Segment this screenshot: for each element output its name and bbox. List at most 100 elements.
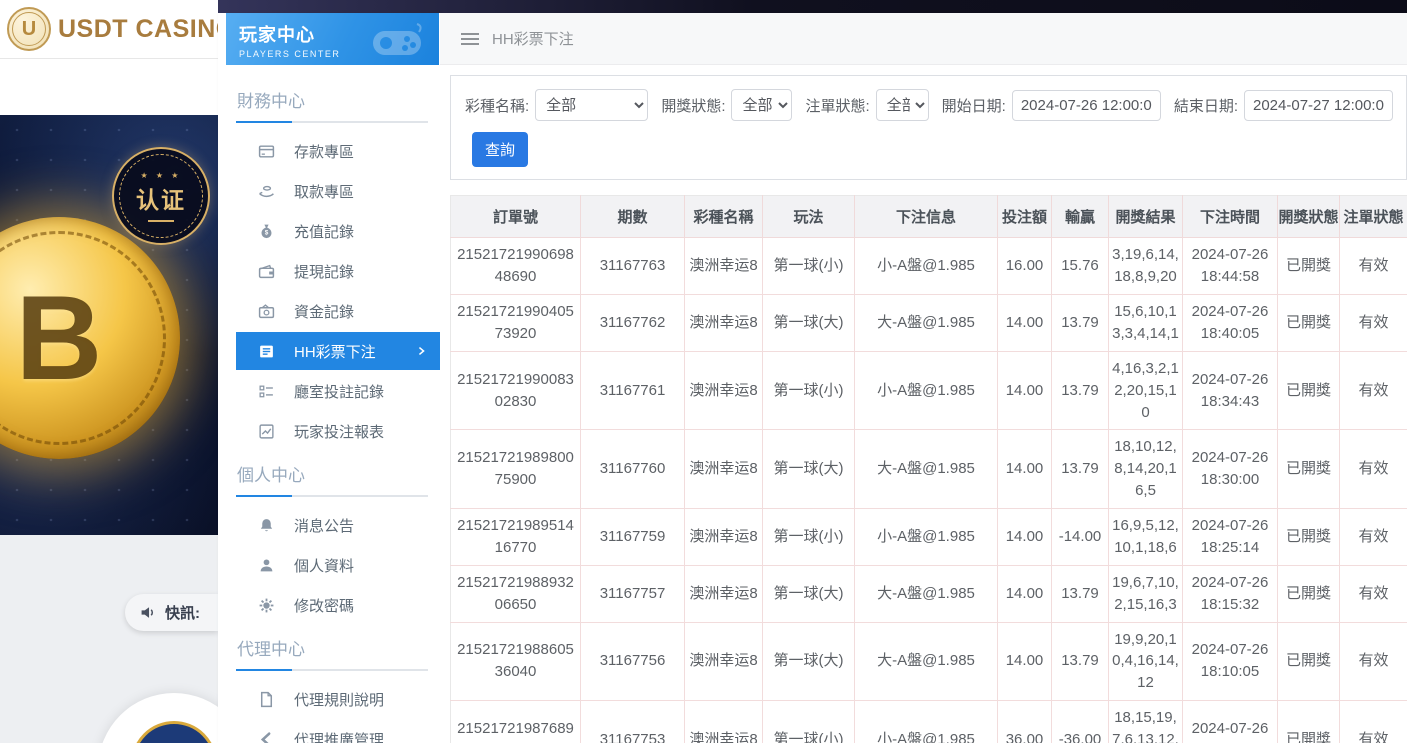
column-header: 輸贏	[1052, 196, 1109, 238]
table-cell: 2024-07-26 18:30:00	[1183, 430, 1278, 508]
filter-row: 彩種名稱: 全部 開獎狀態: 全部 注單狀態: 全部 開始日期: 結束日期:	[465, 89, 1406, 121]
sidebar-item-withdraw[interactable]: 取款專區	[236, 171, 440, 211]
table-header-row: 訂單號期數彩種名稱玩法下注信息投注額輸贏開獎結果下注時間開獎狀態注單狀態	[451, 196, 1407, 238]
sidebar-item-label: 代理規則說明	[294, 689, 384, 710]
sidebar-item-label: 廳室投註記錄	[294, 381, 384, 402]
sidebar-item-label: HH彩票下注	[294, 341, 376, 362]
bitcoin-symbol: B	[16, 269, 103, 407]
table-row: 215217219886053604031167756澳洲幸运8第一球(大)大-…	[451, 622, 1407, 700]
brand-title: USDT CASINO	[58, 15, 236, 44]
badge-stars: ★ ★ ★	[141, 171, 182, 180]
table-cell: 大-A盤@1.985	[855, 295, 998, 352]
order-status-select[interactable]: 全部	[876, 89, 929, 121]
lottery-name-select[interactable]: 全部	[535, 89, 648, 121]
search-button[interactable]: 查詢	[472, 132, 528, 167]
report-chart-icon	[257, 422, 275, 440]
sidebar-header: 玩家中心 PLAYERS CENTER	[226, 13, 439, 65]
table-cell: 31167756	[581, 622, 685, 700]
table-cell: 16.00	[998, 238, 1052, 295]
table-cell: -14.00	[1052, 508, 1109, 565]
end-date-input[interactable]	[1244, 90, 1393, 121]
table-cell: 2024-07-26 18:34:43	[1183, 352, 1278, 430]
end-date-label: 結束日期:	[1174, 95, 1238, 116]
column-header: 玩法	[763, 196, 855, 238]
start-date-input[interactable]	[1012, 90, 1161, 121]
sidebar-item-recharge-records[interactable]: $ 充值記錄	[236, 211, 440, 251]
page: U USDT CASINO B ★ ★ ★ 认证 快訊:	[0, 0, 1407, 743]
sidebar-item-label: 充值記錄	[294, 221, 354, 242]
lottery-name-label: 彩種名稱:	[465, 95, 529, 116]
table-cell: -36.00	[1052, 700, 1109, 743]
table-cell: 2152172198860536040	[451, 622, 581, 700]
table-cell: 已開獎	[1278, 508, 1340, 565]
table-cell: 13.79	[1052, 295, 1109, 352]
table-cell: 31167762	[581, 295, 685, 352]
page-title: HH彩票下注	[492, 28, 574, 49]
withdraw-hand-icon	[257, 182, 275, 200]
sidebar-item-announcements[interactable]: 消息公告	[236, 505, 440, 545]
table-cell: 澳洲幸运8	[685, 352, 763, 430]
table-cell: 有效	[1340, 238, 1407, 295]
table-body: 215217219906984869031167763澳洲幸运8第一球(小)小-…	[451, 238, 1407, 743]
table-cell: 14.00	[998, 295, 1052, 352]
sidebar-item-label: 資金記錄	[294, 301, 354, 322]
table-cell: 澳洲幸运8	[685, 430, 763, 508]
sidebar-item-room-bet-records[interactable]: 廳室投註記錄	[236, 371, 440, 411]
table-cell: 2024-07-26 18:40:05	[1183, 295, 1278, 352]
table-cell: 2024-07-26 18:10:05	[1183, 622, 1278, 700]
hamburger-menu-icon[interactable]	[461, 33, 479, 45]
table-cell: 有效	[1340, 295, 1407, 352]
table-cell: 15,6,10,13,3,4,14,1	[1109, 295, 1183, 352]
column-header: 開獎狀態	[1278, 196, 1340, 238]
table-row: 215217219906984869031167763澳洲幸运8第一球(小)小-…	[451, 238, 1407, 295]
badge-text: 认证	[136, 181, 186, 215]
sidebar-item-agent-rules[interactable]: 代理規則說明	[236, 679, 440, 719]
wallet-icon	[257, 262, 275, 280]
sidebar: 玩家中心 PLAYERS CENTER 財務中心 存款專區	[218, 13, 440, 743]
table-cell: 有效	[1340, 352, 1407, 430]
table-cell: 澳洲幸运8	[685, 565, 763, 622]
sidebar-item-agent-promotion[interactable]: 代理推廣管理	[236, 719, 440, 743]
table-cell: 15.76	[1052, 238, 1109, 295]
table-cell: 已開獎	[1278, 238, 1340, 295]
sidebar-item-change-password[interactable]: 修改密碼	[236, 585, 440, 625]
moneybag-icon: $	[257, 222, 275, 240]
table-cell: 31167759	[581, 508, 685, 565]
draw-status-select[interactable]: 全部	[731, 89, 792, 121]
sidebar-item-funds-records[interactable]: 資金記錄	[236, 291, 440, 331]
sidebar-item-player-bet-report[interactable]: 玩家投注報表	[236, 411, 440, 451]
chevron-right-icon	[416, 346, 427, 357]
table-cell: 2024-07-26 18:15:32	[1183, 565, 1278, 622]
news-ticker-pill: 快訊:	[125, 594, 218, 631]
start-date-label: 開始日期:	[942, 95, 1006, 116]
table-cell: 第一球(小)	[763, 352, 855, 430]
column-header: 投注額	[998, 196, 1052, 238]
top-dark-strip	[218, 0, 1407, 13]
table-cell: 澳洲幸运8	[685, 622, 763, 700]
sidebar-item-label: 提現記錄	[294, 261, 354, 282]
sidebar-item-withdraw-records[interactable]: 提現記錄	[236, 251, 440, 291]
table-cell: 已開獎	[1278, 430, 1340, 508]
table-cell: 31167763	[581, 238, 685, 295]
table-cell: 36.00	[998, 700, 1052, 743]
table-cell: 小-A盤@1.985	[855, 238, 998, 295]
filter-panel: 彩種名稱: 全部 開獎狀態: 全部 注單狀態: 全部 開始日期: 結束日期:	[450, 75, 1407, 180]
column-header: 期數	[581, 196, 685, 238]
table-row: 215217219889320665031167757澳洲幸运8第一球(大)大-…	[451, 565, 1407, 622]
table-cell: 已開獎	[1278, 295, 1340, 352]
table-row: 215217219895141677031167759澳洲幸运8第一球(小)小-…	[451, 508, 1407, 565]
section-rule	[236, 121, 428, 123]
table-cell: 有效	[1340, 508, 1407, 565]
table-cell: 澳洲幸运8	[685, 238, 763, 295]
svg-text:$: $	[264, 229, 268, 236]
logo-bar: U USDT CASINO	[0, 0, 218, 59]
table-row: 215217219900830283031167761澳洲幸运8第一球(小)小-…	[451, 352, 1407, 430]
table-cell: 已開獎	[1278, 700, 1340, 743]
sidebar-item-deposit[interactable]: 存款專區	[236, 131, 440, 171]
sidebar-item-hh-lottery-bets[interactable]: HH彩票下注	[236, 332, 440, 370]
records-list-icon	[257, 382, 275, 400]
sidebar-item-profile[interactable]: 個人資料	[236, 545, 440, 585]
floating-widget[interactable]	[98, 693, 218, 743]
table-cell: 第一球(小)	[763, 700, 855, 743]
table-cell: 31167761	[581, 352, 685, 430]
